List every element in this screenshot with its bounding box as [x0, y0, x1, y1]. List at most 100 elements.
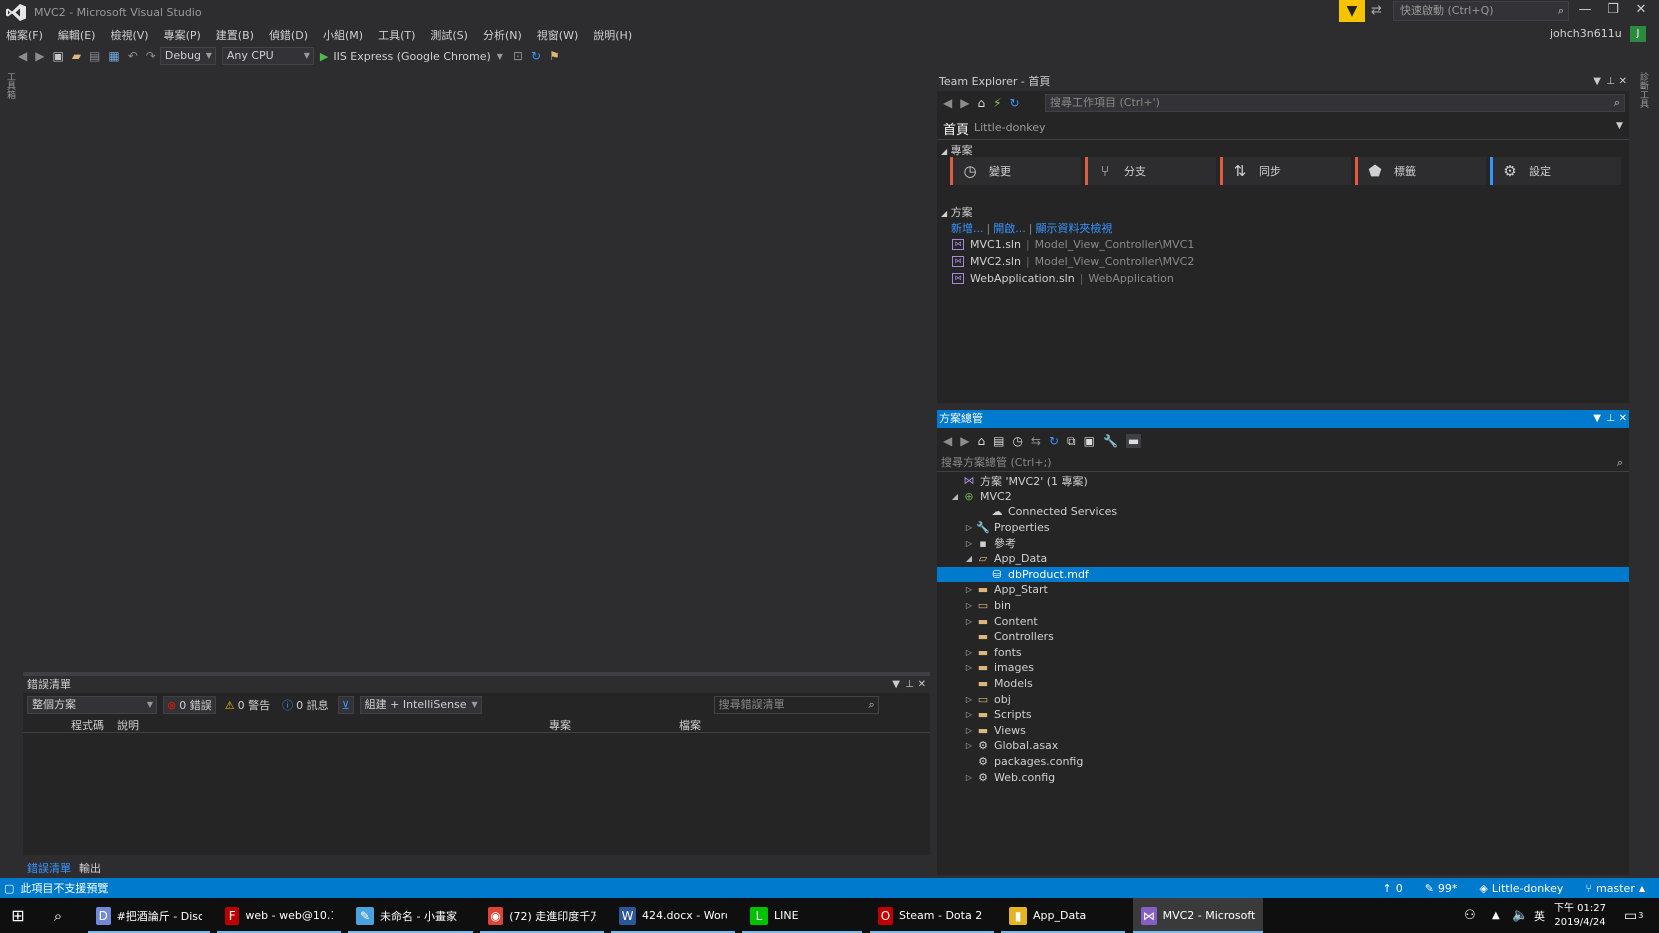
expand-toggle-icon[interactable]: ◢: [949, 492, 961, 501]
tile-branches[interactable]: ⑂ 分支: [1085, 157, 1216, 185]
back-icon[interactable]: ◀: [943, 434, 952, 448]
solutions-section-header[interactable]: ◢ 方案: [941, 204, 973, 220]
start-button[interactable]: ⊞: [2, 898, 34, 933]
tree-node[interactable]: ▷ ▬ images: [937, 660, 1629, 676]
expand-toggle-icon[interactable]: ▷: [963, 663, 975, 672]
menu-team[interactable]: 小組(M): [323, 27, 363, 43]
taskbar-app-button[interactable]: W 424.docx - Word: [611, 898, 735, 933]
tree-node[interactable]: ▷ ▭ bin: [937, 598, 1629, 614]
restore-button[interactable]: ❐: [1600, 2, 1626, 17]
expand-toggle-icon[interactable]: ▷: [963, 601, 975, 610]
navigate-forward-icon[interactable]: ▶: [35, 49, 44, 63]
start-debugging-button[interactable]: ▶ IIS Express (Google Chrome) ▼: [320, 50, 503, 63]
tree-node[interactable]: ◢ ▱ App_Data: [937, 551, 1629, 567]
pending-changes-filter-icon[interactable]: ◷: [1012, 434, 1022, 448]
open-solution-link[interactable]: 開啟...: [993, 220, 1026, 236]
panel-menu-icon[interactable]: ▼: [1593, 410, 1601, 428]
expand-toggle-icon[interactable]: ▷: [963, 523, 975, 532]
undo-icon[interactable]: ↶: [128, 49, 138, 63]
work-item-search-input[interactable]: 搜尋工作項目 (Ctrl+') ⌕: [1045, 94, 1625, 112]
open-file-icon[interactable]: ▰: [72, 49, 81, 63]
warnings-filter-button[interactable]: ⚠ 0 警告: [222, 696, 273, 714]
tab-output[interactable]: 輸出: [79, 860, 101, 876]
expand-toggle-icon[interactable]: ▷: [963, 695, 975, 704]
navigate-back-icon[interactable]: ◀: [18, 49, 27, 63]
errors-filter-button[interactable]: ⊗ 0 錯誤: [163, 696, 216, 714]
column-description[interactable]: 說明: [117, 717, 549, 733]
refresh-icon[interactable]: ↻: [1010, 96, 1020, 110]
pin-icon[interactable]: ⊥: [1606, 410, 1615, 428]
taskbar-app-button[interactable]: ▮ App_Data: [1001, 898, 1125, 933]
redo-icon[interactable]: ↷: [146, 49, 156, 63]
tab-error-list[interactable]: 錯誤清單: [27, 860, 71, 876]
error-search-input[interactable]: 搜尋錯誤清單 ⌕: [713, 696, 879, 714]
show-folder-view-link[interactable]: 顯示資料夾檢視: [1035, 220, 1112, 236]
menu-help[interactable]: 說明(H): [593, 27, 632, 43]
taskbar-app-button[interactable]: L LINE: [742, 898, 862, 933]
menu-project[interactable]: 專案(P): [164, 27, 201, 43]
tree-node[interactable]: ▷ ▭ obj: [937, 691, 1629, 707]
switch-views-icon[interactable]: ▤: [993, 434, 1004, 448]
panel-menu-icon[interactable]: ▼: [1593, 73, 1601, 91]
tree-node[interactable]: ◢ ⊕ MVC2: [937, 489, 1629, 505]
menu-test[interactable]: 測試(S): [430, 27, 468, 43]
expand-toggle-icon[interactable]: ▷: [963, 585, 975, 594]
tree-node[interactable]: ☁ Connected Services: [937, 504, 1629, 520]
expand-toggle-icon[interactable]: ▷: [963, 617, 975, 626]
expand-toggle-icon[interactable]: ▷: [963, 539, 975, 548]
expand-toggle-icon[interactable]: ▷: [963, 710, 975, 719]
tree-node[interactable]: ⋈ 方案 'MVC2' (1 專案): [937, 473, 1629, 489]
tree-node[interactable]: ▷ ▪ 參考: [937, 535, 1629, 551]
tree-node[interactable]: ▷ ▬ Content: [937, 613, 1629, 629]
preview-selected-icon[interactable]: ▬: [1125, 434, 1142, 448]
show-all-files-icon[interactable]: ▣: [1084, 434, 1095, 448]
repository-name[interactable]: Little-donkey: [1492, 882, 1564, 895]
menu-tools[interactable]: 工具(T): [378, 27, 415, 43]
column-code[interactable]: 程式碼: [71, 717, 117, 733]
tree-node[interactable]: ▷ ⚙ Web.config: [937, 769, 1629, 785]
chevron-down-icon[interactable]: ▼: [1616, 121, 1623, 131]
feedback-filter-icon[interactable]: ▼: [1339, 0, 1365, 22]
taskbar-app-button[interactable]: Fweb - web@10.10...: [217, 898, 341, 933]
save-all-icon[interactable]: ▦: [108, 49, 119, 63]
solution-platform-select[interactable]: Any CPU ▼: [221, 47, 314, 65]
taskbar-app-button[interactable]: D #把酒論斤 - Discord: [88, 898, 210, 933]
menu-file[interactable]: 檔案(F): [6, 27, 43, 43]
expand-toggle-icon[interactable]: ◢: [963, 554, 975, 563]
taskbar-app-button[interactable]: ✎ 未命名 - 小畫家: [348, 898, 473, 933]
tree-node[interactable]: ⛁ dbProduct.mdf: [937, 566, 1629, 583]
column-file[interactable]: 檔案: [679, 717, 701, 733]
avatar[interactable]: J: [1630, 26, 1646, 42]
solution-configuration-select[interactable]: Debug ▼: [159, 47, 216, 65]
collapse-all-icon[interactable]: ⧉: [1067, 434, 1076, 449]
save-icon[interactable]: ▤: [89, 49, 100, 63]
tile-changes[interactable]: ◷ 變更: [950, 157, 1081, 185]
search-icon[interactable]: ⌕: [42, 898, 74, 933]
close-window-button[interactable]: ✕: [1628, 2, 1654, 17]
menu-edit[interactable]: 編輯(E): [58, 27, 96, 43]
clear-filter-icon[interactable]: ⊻: [337, 696, 354, 714]
forward-icon[interactable]: ▶: [960, 96, 969, 110]
expand-toggle-icon[interactable]: ▷: [963, 741, 975, 750]
expand-toggle-icon[interactable]: ▷: [963, 648, 975, 657]
expand-toggle-icon[interactable]: ▷: [963, 773, 975, 782]
unpublished-commits[interactable]: 0: [1396, 882, 1403, 895]
project-section-header[interactable]: ◢ 專案: [941, 142, 973, 158]
notification-center-icon[interactable]: ▭ 3: [1616, 898, 1651, 933]
sync-active-document-icon[interactable]: ⇆: [1031, 434, 1041, 448]
refresh-icon[interactable]: ↻: [531, 49, 541, 63]
branch-name[interactable]: master: [1596, 882, 1635, 895]
tree-node[interactable]: ▷ ▬ Views: [937, 723, 1629, 739]
pending-changes[interactable]: 99*: [1438, 882, 1458, 895]
new-project-icon[interactable]: ▣: [52, 49, 63, 63]
tree-node[interactable]: ▷ ▬ App_Start: [937, 582, 1629, 598]
tree-node[interactable]: ▷ 🔧 Properties: [937, 520, 1629, 536]
close-icon[interactable]: ✕: [1619, 410, 1627, 428]
menu-debug[interactable]: 偵錯(D): [269, 27, 308, 43]
tile-settings[interactable]: ⚙ 設定: [1490, 157, 1621, 185]
home-icon[interactable]: ⌂: [977, 434, 985, 448]
back-icon[interactable]: ◀: [943, 96, 952, 110]
tree-node[interactable]: ▷ ▬ fonts: [937, 645, 1629, 661]
tile-tags[interactable]: ⬟ 標籤: [1355, 157, 1486, 185]
send-feedback-icon[interactable]: ⇄: [1371, 3, 1382, 18]
